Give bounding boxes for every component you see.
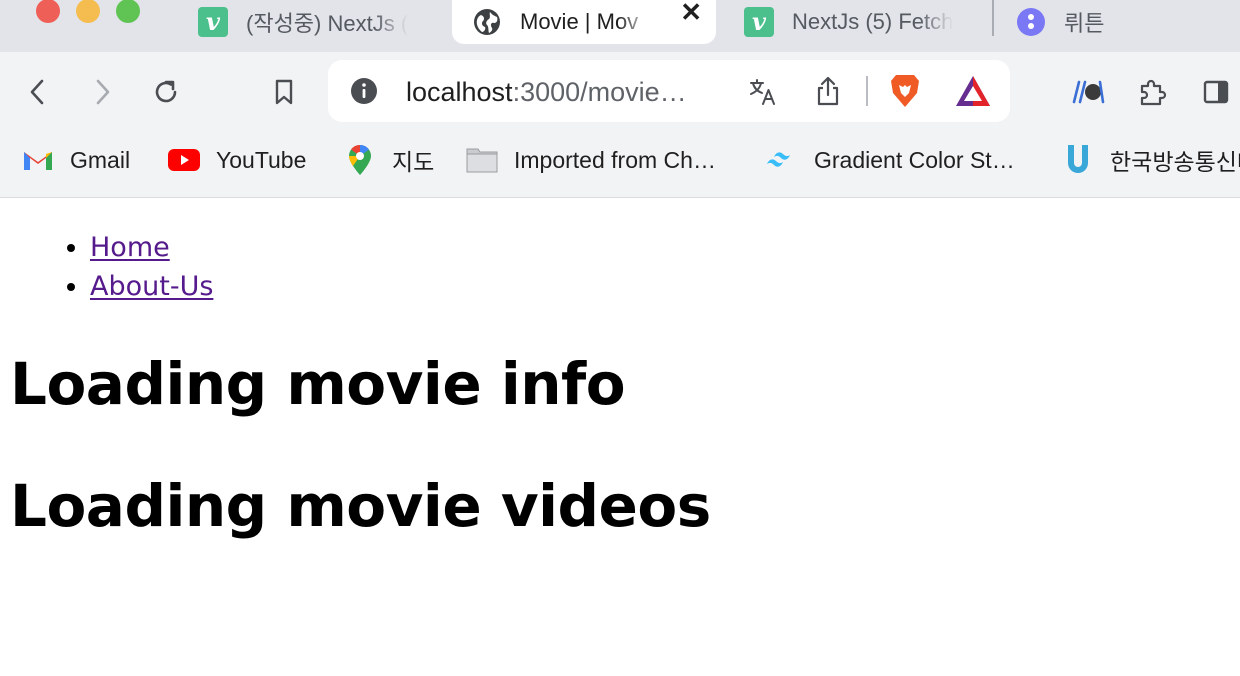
bookmark-imported-folder[interactable]: Imported from Ch… — [466, 142, 716, 178]
youtube-icon — [168, 144, 200, 176]
bookmark-label: YouTube — [216, 146, 307, 173]
share-icon[interactable] — [814, 75, 842, 112]
info-icon[interactable] — [350, 77, 378, 110]
wrtn-icon — [1016, 7, 1046, 37]
minimize-window-button[interactable] — [76, 0, 100, 23]
reload-button[interactable] — [148, 74, 184, 110]
tab-nextjs-fetch[interactable]: v NextJs (5) Fetch — [744, 0, 976, 44]
nav-item-about: About-Us — [90, 267, 213, 306]
browser-toolbar: localhost:3000/movie… — [0, 52, 1240, 130]
bookmark-gradient-color[interactable]: Gradient Color St… — [766, 142, 1015, 178]
bookmark-youtube[interactable]: YouTube — [168, 142, 306, 178]
nav-item-home: Home — [90, 228, 213, 267]
url-host: localhost — [406, 77, 513, 107]
vuepress-v-icon: v — [198, 7, 228, 37]
home-link[interactable]: Home — [90, 232, 170, 263]
bookmark-icon — [275, 79, 293, 105]
url-path: :3000/movie… — [512, 77, 687, 107]
bookmark-button[interactable] — [266, 74, 302, 110]
address-bar[interactable]: localhost:3000/movie… — [328, 60, 1010, 122]
bookmark-label: Gmail — [70, 146, 131, 173]
tab-wrtn[interactable]: 뤼튼 — [1016, 0, 1216, 44]
tab-movie[interactable]: Movie | Mov ✕ — [452, 0, 716, 44]
sidebar-icon — [1203, 80, 1229, 104]
github-extension-icon — [1072, 80, 1105, 104]
loading-movie-videos-heading: Loading movie videos — [10, 472, 711, 540]
translate-icon[interactable] — [748, 77, 778, 112]
reload-icon — [155, 80, 177, 103]
site-nav: Home About-Us — [90, 228, 213, 306]
loading-movie-info-heading: Loading movie info — [10, 350, 626, 418]
address-separator — [866, 76, 868, 106]
bookmark-label: Gradient Color St… — [814, 146, 1015, 173]
tab-title: 뤼튼 — [1064, 11, 1105, 36]
close-window-button[interactable] — [36, 0, 60, 23]
sidebar-button[interactable] — [1198, 74, 1234, 110]
tab-separator — [992, 0, 994, 36]
tab-title: Movie | Mov — [520, 9, 652, 35]
forward-button[interactable] — [84, 74, 120, 110]
bookmark-knou[interactable]: 한국방송통신대 — [1062, 142, 1240, 178]
bookmark-label: Imported from Ch… — [514, 146, 716, 173]
about-us-link[interactable]: About-Us — [90, 271, 213, 302]
bookmark-label: 지도 — [392, 149, 435, 175]
brave-rewards-icon[interactable] — [954, 74, 992, 113]
brave-shields-icon[interactable] — [888, 73, 922, 114]
google-maps-icon — [344, 144, 376, 176]
tab-title: (작성중) NextJs ( — [246, 6, 409, 38]
chevron-left-icon — [30, 79, 44, 105]
chevron-right-icon — [96, 79, 110, 105]
tab-title: NextJs (5) Fetch — [792, 9, 954, 35]
url-text[interactable]: localhost:3000/movie… — [406, 77, 687, 108]
gmail-icon — [22, 144, 54, 176]
extensions-button[interactable] — [1134, 74, 1170, 110]
folder-icon — [466, 144, 498, 176]
bookmark-label: 한국방송통신대 — [1110, 149, 1240, 175]
tailwind-icon — [766, 144, 798, 176]
back-button[interactable] — [20, 74, 56, 110]
bookmark-maps[interactable]: 지도 — [344, 142, 434, 178]
knou-u-icon — [1062, 144, 1094, 176]
tab-nextjs-draft[interactable]: v (작성중) NextJs ( — [198, 0, 430, 44]
close-tab-icon[interactable]: ✕ — [680, 0, 702, 25]
bookmark-gmail[interactable]: Gmail — [22, 142, 130, 178]
vuepress-v-icon: v — [744, 7, 774, 37]
page-content: Home About-Us Loading movie info Loading… — [0, 198, 1240, 676]
maximize-window-button[interactable] — [116, 0, 140, 23]
bookmarks-bar: Gmail YouTube 지도 Imported from Ch… Gradi… — [0, 130, 1240, 198]
puzzle-icon — [1140, 79, 1167, 106]
globe-icon — [472, 7, 502, 37]
tab-strip: v (작성중) NextJs ( Movie | Mov ✕ v NextJs … — [0, 0, 1240, 52]
github-extension-button[interactable] — [1070, 74, 1106, 110]
